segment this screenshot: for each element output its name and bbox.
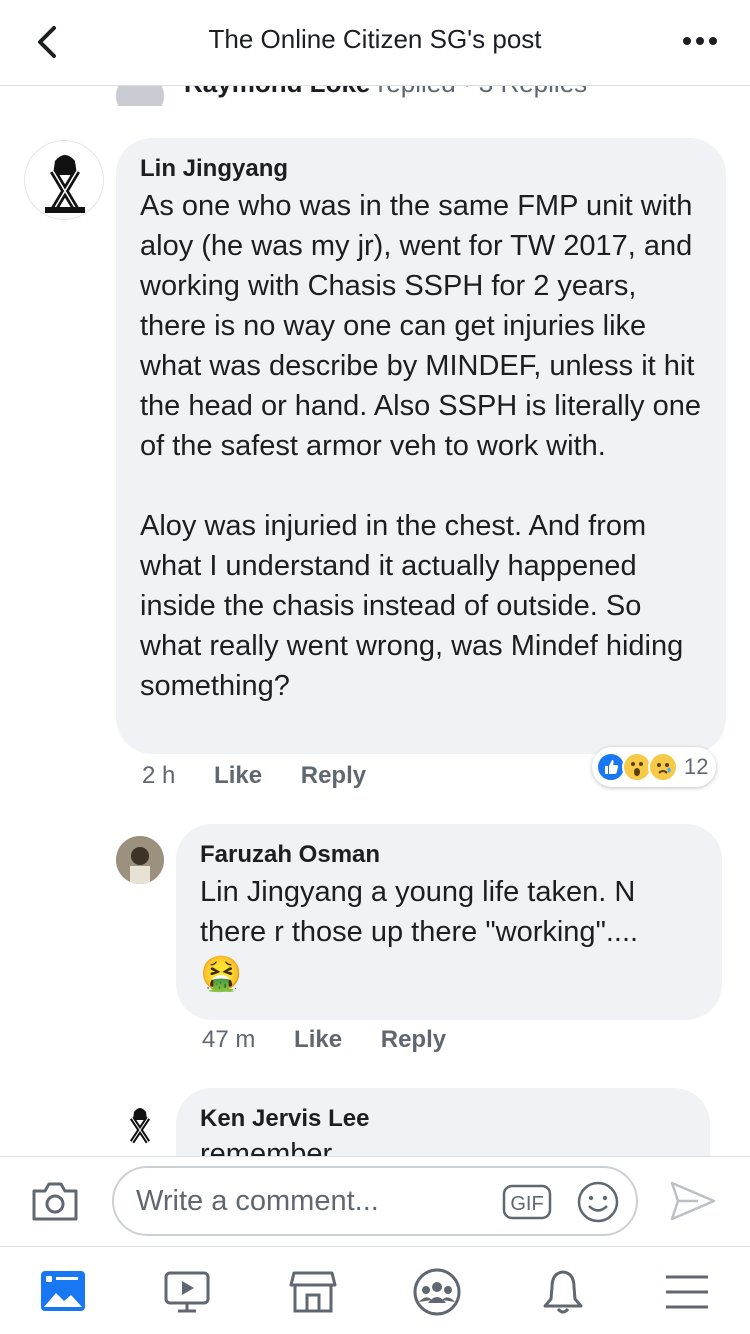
camera-icon[interactable] (30, 1179, 80, 1223)
gif-label: GIF (510, 1193, 543, 1215)
comment-time: 47 m (202, 1026, 256, 1053)
bottom-navigation (0, 1246, 750, 1334)
avatar[interactable] (116, 1100, 164, 1148)
more-options-icon[interactable] (680, 26, 720, 56)
sad-icon (648, 752, 678, 782)
reply-button[interactable]: Reply (381, 1026, 446, 1053)
avatar[interactable] (116, 836, 164, 884)
send-icon[interactable] (668, 1177, 718, 1225)
comment-input-container: GIF (112, 1166, 638, 1236)
comment-time: 2 h (142, 762, 176, 789)
comment-author[interactable]: Faruzah Osman (200, 840, 698, 870)
comment-composer: GIF (0, 1156, 750, 1246)
comment-author[interactable]: Lin Jingyang (140, 154, 702, 184)
reactions-summary[interactable]: 12 (592, 747, 717, 787)
like-button[interactable]: Like (294, 1026, 342, 1053)
comment-author[interactable]: Ken Jervis Lee (200, 1104, 686, 1134)
menu-icon[interactable] (662, 1267, 712, 1317)
watch-icon[interactable] (162, 1267, 212, 1317)
page-title: The Online Citizen SG's post (208, 24, 542, 54)
groups-icon[interactable] (412, 1267, 462, 1317)
comment-input[interactable] (136, 1168, 496, 1234)
gif-icon[interactable]: GIF (502, 1184, 552, 1220)
comment-text: As one who was in the same FMP unit with… (140, 190, 701, 702)
notifications-icon[interactable] (538, 1267, 588, 1317)
reply-button[interactable]: Reply (301, 762, 366, 789)
smiley-icon[interactable] (576, 1180, 620, 1224)
comment-bubble: Faruzah Osman Lin Jingyang a young life … (176, 824, 722, 1020)
avatar[interactable] (24, 140, 104, 220)
news-feed-icon[interactable] (38, 1267, 88, 1317)
like-button[interactable]: Like (214, 762, 262, 789)
comment-actions: 47 m Like Reply (202, 1026, 478, 1054)
top-bar: The Online Citizen SG's post (0, 0, 750, 86)
comment-text: Lin Jingyang a young life taken. N there… (200, 876, 639, 948)
marketplace-icon[interactable] (288, 1267, 338, 1317)
comment-bubble: Lin Jingyang As one who was in the same … (116, 138, 726, 754)
reaction-count: 12 (684, 754, 709, 779)
vomiting-face-emoji: 🤮 (200, 955, 243, 993)
comment-actions: 2 h Like Reply (142, 762, 398, 790)
